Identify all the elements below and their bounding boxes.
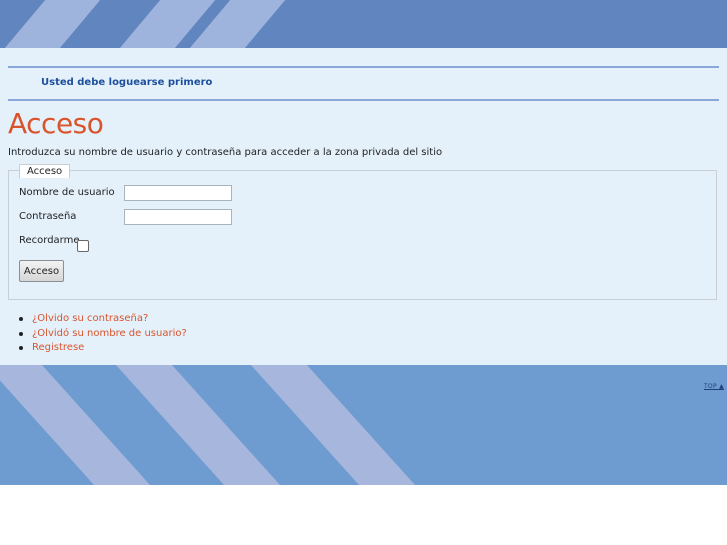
username-input[interactable] — [124, 185, 232, 201]
main-content: Usted debe loguearse primero Acceso Intr… — [0, 48, 727, 365]
password-input[interactable] — [124, 209, 232, 225]
divider-top — [8, 66, 719, 68]
password-label: Contraseña — [19, 211, 77, 222]
list-item: Registrese — [0, 341, 187, 356]
bullet-icon — [19, 346, 23, 350]
register-link[interactable]: Registrese — [32, 342, 84, 353]
login-fieldset: Acceso Nombre de usuario Contraseña Reco… — [8, 164, 717, 300]
page-title: Acceso — [8, 107, 104, 140]
remember-label: Recordarme — [19, 235, 80, 246]
username-label: Nombre de usuario — [19, 187, 115, 198]
header-banner — [0, 0, 727, 48]
remember-checkbox[interactable] — [77, 240, 89, 252]
intro-text: Introduzca su nombre de usuario y contra… — [8, 147, 443, 158]
list-item: ¿Olvidó su nombre de usuario? — [0, 327, 187, 342]
divider-bottom — [8, 99, 719, 101]
login-submit-button[interactable]: Acceso — [19, 260, 64, 282]
help-links-list: ¿Olvido su contraseña? ¿Olvidó su nombre… — [0, 312, 187, 356]
fieldset-legend: Acceso — [19, 164, 71, 178]
forgot-password-link[interactable]: ¿Olvido su contraseña? — [32, 313, 148, 324]
footer-banner: TOP ▲ — [0, 365, 727, 485]
login-required-notice: Usted debe loguearse primero — [41, 77, 213, 88]
forgot-username-link[interactable]: ¿Olvidó su nombre de usuario? — [32, 328, 187, 339]
bullet-icon — [19, 331, 23, 336]
banner-stripe — [0, 0, 109, 48]
list-item: ¿Olvido su contraseña? — [0, 312, 187, 327]
bullet-icon — [19, 317, 23, 321]
back-to-top-link[interactable]: TOP ▲ — [704, 383, 724, 390]
